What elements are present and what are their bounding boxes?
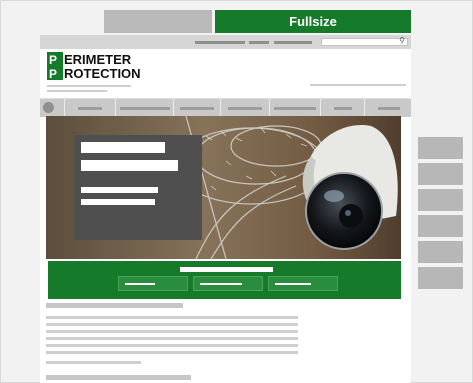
article-text-line — [46, 351, 298, 354]
svg-text:P: P — [49, 67, 57, 81]
hero-banner[interactable] — [46, 116, 401, 259]
search-input[interactable]: ⚲ — [321, 36, 408, 46]
nav-item[interactable] — [115, 99, 173, 117]
hero-text-panel — [74, 135, 202, 240]
hero-heading-line — [81, 160, 178, 171]
device-tab[interactable] — [418, 189, 463, 211]
device-tab[interactable] — [418, 241, 463, 263]
utility-link[interactable] — [274, 41, 312, 44]
article-text-line — [46, 330, 298, 333]
article-text-line — [46, 361, 141, 364]
device-tab[interactable] — [418, 137, 463, 159]
article-text-line — [46, 337, 298, 340]
search-icon[interactable]: ⚲ — [399, 36, 405, 45]
utility-link[interactable] — [249, 41, 269, 44]
website-preview: ⚲ P P ERIMETER ROTECTION — [40, 35, 411, 383]
nav-item[interactable] — [269, 99, 320, 117]
article-text-line — [46, 344, 298, 347]
svg-text:P: P — [49, 53, 57, 67]
nav-item[interactable] — [220, 99, 269, 117]
nav-item[interactable] — [64, 99, 115, 117]
cta-button[interactable] — [268, 276, 338, 291]
article-text-line — [46, 316, 298, 319]
cta-button[interactable] — [193, 276, 263, 291]
perimeter-protection-logo[interactable]: P P ERIMETER ROTECTION — [47, 51, 197, 81]
nav-item[interactable] — [320, 99, 364, 117]
tagline-line — [47, 85, 131, 87]
cta-heading — [180, 267, 273, 272]
hero-heading-line — [81, 142, 165, 153]
svg-text:ERIMETER: ERIMETER — [64, 52, 132, 67]
nav-item[interactable] — [173, 99, 220, 117]
tab-preview[interactable] — [104, 10, 212, 33]
hero-subtext-line — [81, 199, 155, 205]
device-tab[interactable] — [418, 163, 463, 185]
main-navigation — [40, 98, 411, 117]
device-tab[interactable] — [418, 267, 463, 289]
nav-item[interactable] — [364, 99, 412, 117]
cta-button[interactable] — [118, 276, 188, 291]
device-tab[interactable] — [418, 215, 463, 237]
article-text-line — [46, 323, 298, 326]
top-utility-bar: ⚲ — [40, 35, 411, 49]
svg-text:ROTECTION: ROTECTION — [64, 66, 141, 81]
article-heading — [46, 375, 191, 380]
utility-link[interactable] — [195, 41, 245, 44]
tagline-line — [47, 90, 107, 92]
cta-band — [48, 261, 401, 299]
tab-fullsize[interactable]: Fullsize — [215, 10, 411, 33]
hero-subtext-line — [81, 187, 158, 193]
header-right-text — [310, 84, 406, 86]
article-heading — [46, 303, 183, 308]
home-icon[interactable] — [43, 102, 54, 113]
